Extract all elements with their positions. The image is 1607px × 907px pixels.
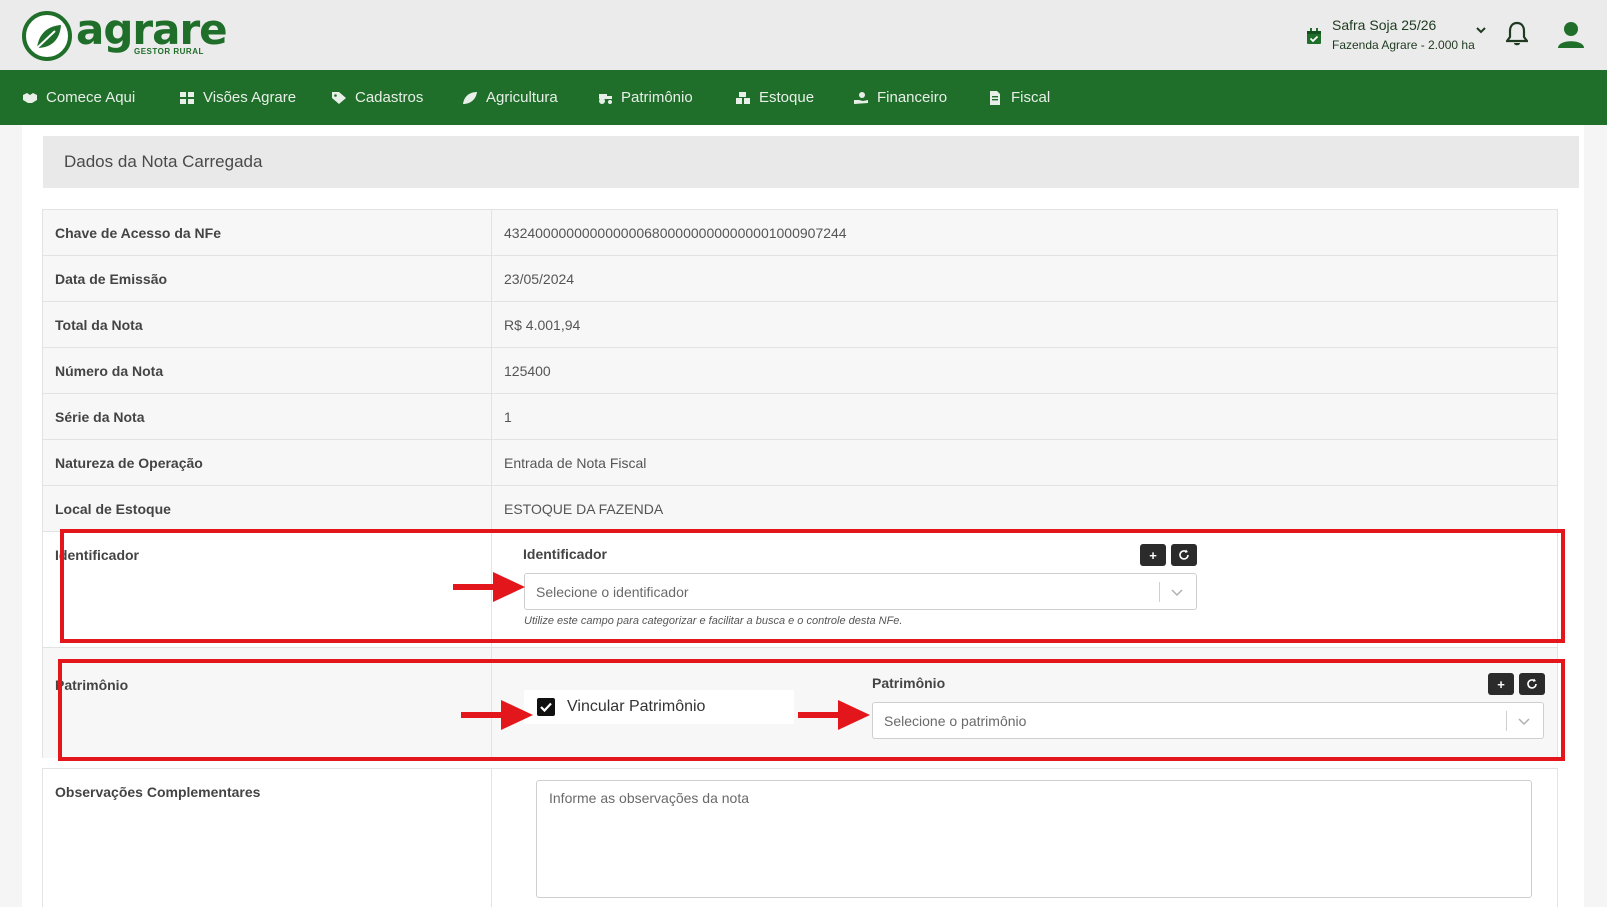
main-nav: Comece Aqui Visões Agrare Cadastros Agri… [0, 70, 1607, 125]
nav-label: Estoque [759, 89, 815, 106]
leaf-icon [463, 91, 477, 104]
highlight-box-identificador [60, 529, 1565, 643]
table-row: Local de Estoque ESTOQUE DA FAZENDA [42, 485, 1558, 531]
nav-label: Financeiro [877, 89, 948, 106]
card-title: Dados da Nota Carregada [64, 152, 263, 171]
nav-comece-aqui[interactable]: Comece Aqui [22, 70, 135, 125]
row-value: 125400 [504, 363, 551, 379]
user-avatar-icon[interactable] [1556, 20, 1586, 50]
column-divider [491, 440, 492, 485]
table-row: Série da Nota 1 [42, 393, 1558, 439]
row-label: Local de Estoque [55, 501, 171, 517]
nav-estoque[interactable]: Estoque [735, 70, 814, 125]
nav-label: Cadastros [355, 89, 424, 106]
top-header: agrare GESTOR RURAL Safra Soja 25/26 Faz… [0, 0, 1607, 70]
tag-icon [332, 91, 346, 104]
column-divider [491, 348, 492, 393]
column-divider [491, 394, 492, 439]
row-value: 23/05/2024 [504, 271, 575, 287]
row-label: Data de Emissão [55, 271, 168, 287]
table-row: Total da Nota R$ 4.001,94 [42, 301, 1558, 347]
row-label: Série da Nota [55, 409, 145, 425]
textarea-placeholder: Informe as observações da nota [549, 790, 750, 806]
nav-financeiro[interactable]: Financeiro [853, 70, 947, 125]
row-label: Número da Nota [55, 363, 164, 379]
tractor-icon [599, 93, 612, 104]
red-arrow-icon [453, 572, 525, 602]
logo-subtitle: GESTOR RURAL [134, 47, 204, 56]
safra-title: Safra Soja 25/26 [1332, 17, 1437, 33]
table-row: Natureza de Operação Entrada de Nota Fis… [42, 439, 1558, 485]
table-row: Data de Emissão 23/05/2024 [42, 255, 1558, 301]
nav-label: Comece Aqui [46, 89, 136, 106]
row-value: 1 [504, 409, 512, 425]
row-label: Observações Complementares [55, 784, 261, 800]
row-label: Natureza de Operação [55, 455, 203, 471]
nav-agricultura[interactable]: Agricultura [462, 70, 558, 125]
row-value: 4324000000000000006800000000000000100090… [504, 225, 847, 241]
safra-selector[interactable]: Safra Soja 25/26 Fazenda Agrare - 2.000 … [1306, 14, 1486, 56]
nav-label: Agricultura [486, 89, 558, 106]
nav-label: Fiscal [1011, 89, 1051, 106]
nav-patrimonio[interactable]: Patrimônio [597, 70, 693, 125]
row-label: Total da Nota [55, 317, 143, 333]
calendar-check-icon [1307, 28, 1321, 44]
column-divider [491, 256, 492, 301]
row-value: ESTOQUE DA FAZENDA [504, 501, 664, 517]
column-divider [491, 486, 492, 531]
observacoes-textarea[interactable]: Informe as observações da nota [536, 780, 1532, 898]
column-divider [491, 210, 492, 255]
boxes-icon [736, 91, 750, 104]
row-label: Chave de Acesso da NFe [55, 225, 221, 241]
agrare-logo[interactable]: agrare GESTOR RURAL [22, 5, 228, 61]
dashboard-icon [180, 91, 194, 104]
leaf-logo-icon [22, 11, 72, 61]
column-divider [491, 302, 492, 347]
nav-fiscal[interactable]: Fiscal [987, 70, 1050, 125]
nav-visoes-agrare[interactable]: Visões Agrare [179, 70, 296, 125]
handshake-icon [23, 92, 37, 103]
chevron-down-icon [1476, 27, 1486, 34]
bell-icon[interactable] [1506, 21, 1528, 47]
document-icon [990, 90, 1000, 105]
red-arrow-icon [461, 700, 533, 730]
table-row: Chave de Acesso da NFe 43240000000000000… [42, 209, 1558, 255]
column-divider [491, 769, 492, 907]
safra-subtitle: Fazenda Agrare - 2.000 ha [1332, 38, 1475, 52]
nav-label: Patrimônio [621, 89, 693, 106]
row-value: R$ 4.001,94 [504, 317, 581, 333]
nav-cadastros[interactable]: Cadastros [331, 70, 423, 125]
card-header: Dados da Nota Carregada [43, 136, 1579, 188]
nav-label: Visões Agrare [203, 89, 297, 106]
red-arrow-icon [798, 700, 870, 730]
row-value: Entrada de Nota Fiscal [504, 455, 647, 471]
table-row: Número da Nota 125400 [42, 347, 1558, 393]
money-hand-icon [854, 91, 868, 104]
